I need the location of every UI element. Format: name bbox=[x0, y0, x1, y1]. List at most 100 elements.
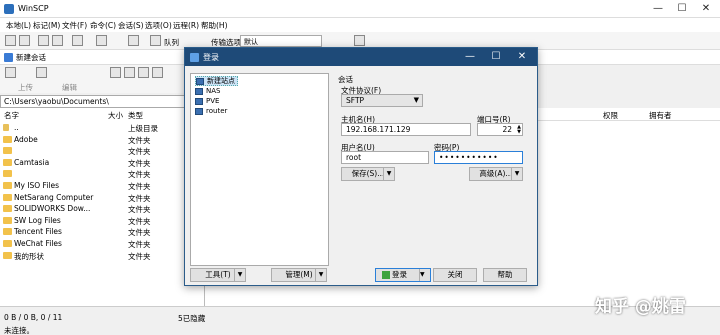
port-value: 22 bbox=[502, 125, 512, 134]
file-row[interactable]: Tencent Files 文件夹 bbox=[0, 226, 200, 238]
folder-icon bbox=[3, 158, 12, 166]
col-type[interactable]: 类型 bbox=[128, 110, 143, 121]
chevron-down-icon[interactable]: ▼ bbox=[234, 269, 245, 281]
col-owner[interactable]: 拥有者 bbox=[649, 110, 672, 121]
password-input[interactable]: ••••••••••• bbox=[434, 151, 523, 164]
window-titlebar: WinSCP — ☐ ✕ bbox=[0, 0, 720, 18]
save-button[interactable]: 保存(S)... ▼ bbox=[341, 167, 395, 181]
file-row[interactable]: My ISO Files 文件夹 bbox=[0, 180, 200, 192]
folder-icon bbox=[3, 240, 12, 247]
menu-options[interactable]: 选项(O) bbox=[145, 20, 172, 31]
menu-mark[interactable]: 标记(M) bbox=[33, 20, 60, 31]
home-icon[interactable] bbox=[138, 67, 149, 78]
login-icon bbox=[382, 271, 390, 279]
monitor-icon bbox=[196, 77, 204, 85]
drive-icon[interactable] bbox=[5, 67, 16, 78]
file-row[interactable]: WeChat Files 文件夹 bbox=[0, 238, 200, 250]
dialog-minimize-icon[interactable]: — bbox=[464, 51, 476, 62]
menu-file[interactable]: 文件(F) bbox=[62, 20, 87, 31]
chevron-down-icon[interactable]: ▼ bbox=[511, 168, 522, 180]
login-button[interactable]: 登录 ▼ bbox=[375, 268, 431, 282]
local-file-panel: 名字 大小 类型 .. 上级目录 Adobe 文件夹 文件夹 Camtasia 文件夹 文件夹… bbox=[0, 108, 205, 306]
chevron-down-icon[interactable]: ▼ bbox=[315, 269, 326, 281]
file-row[interactable]: SOLIDWORKS Dow... 文件夹 bbox=[0, 203, 200, 215]
find-icon[interactable] bbox=[52, 35, 63, 46]
status-size: 0 B / 0 B, 0 / 11 bbox=[4, 313, 63, 322]
port-input[interactable]: 22 ▲ ▼ bbox=[477, 123, 523, 136]
file-row[interactable]: 文件夹 bbox=[0, 168, 200, 180]
open-folder-icon[interactable] bbox=[110, 67, 121, 78]
parent-folder-icon bbox=[3, 124, 9, 131]
file-row[interactable]: NetSarang Computer 文件夹 bbox=[0, 192, 200, 204]
refresh-icon[interactable] bbox=[152, 67, 163, 78]
menu-help[interactable]: 帮助(H) bbox=[201, 20, 228, 31]
terminal-icon[interactable] bbox=[72, 35, 83, 46]
file-name: My ISO Files bbox=[14, 181, 60, 190]
protocol-select[interactable]: SFTP ▼ bbox=[341, 94, 423, 107]
file-type: 文件夹 bbox=[128, 158, 151, 168]
file-row[interactable]: SW Log Files 文件夹 bbox=[0, 215, 200, 227]
winscp-app-icon bbox=[4, 4, 14, 14]
file-type: 文件夹 bbox=[128, 240, 151, 249]
manage-button-label: 管理(M) bbox=[285, 270, 313, 279]
site-router[interactable]: router bbox=[195, 106, 227, 116]
new-session-icon bbox=[4, 53, 13, 62]
settings-icon[interactable] bbox=[128, 35, 139, 46]
col-size[interactable]: 大小 bbox=[108, 110, 123, 121]
close-icon[interactable]: ✕ bbox=[700, 3, 712, 15]
host-input[interactable]: 192.168.171.129 bbox=[341, 123, 471, 136]
local-path[interactable]: C:\Users\yaobu\Documents\ bbox=[0, 95, 205, 108]
file-row[interactable]: 我的形状 文件夹 bbox=[0, 250, 200, 262]
close-button[interactable]: 关闭 bbox=[433, 268, 477, 282]
advanced-button-label: 高级(A)... bbox=[479, 169, 513, 178]
queue-button[interactable]: 队列 bbox=[164, 37, 179, 48]
menu-remote[interactable]: 远程(R) bbox=[173, 20, 199, 31]
upload-button[interactable]: 上传 bbox=[18, 82, 33, 93]
maximize-icon[interactable]: ☐ bbox=[676, 3, 688, 15]
monitor-icon bbox=[195, 87, 203, 95]
sync-icon[interactable] bbox=[5, 35, 16, 46]
tab-new-session[interactable]: 新建会话 bbox=[4, 52, 46, 63]
file-name: SW Log Files bbox=[14, 215, 61, 225]
parent-dir-icon[interactable] bbox=[124, 67, 135, 78]
chevron-down-icon[interactable]: ▼ bbox=[419, 269, 430, 281]
file-row[interactable]: .. 上级目录 bbox=[0, 122, 200, 134]
preferences-icon[interactable] bbox=[38, 35, 49, 46]
filter-icon[interactable] bbox=[36, 67, 47, 78]
dialog-maximize-icon[interactable]: ☐ bbox=[490, 51, 502, 62]
dialog-close-icon[interactable]: ✕ bbox=[516, 51, 528, 62]
tools-button-label: 工具(T) bbox=[205, 270, 231, 279]
queue-icon[interactable] bbox=[150, 35, 161, 46]
manage-button[interactable]: 管理(M) ▼ bbox=[271, 268, 327, 282]
file-row[interactable]: Adobe 文件夹 bbox=[0, 134, 200, 146]
help-button[interactable]: 帮助 bbox=[483, 268, 527, 282]
menu-command[interactable]: 命令(C) bbox=[90, 20, 116, 31]
file-type: 文件夹 bbox=[128, 228, 151, 238]
menu-bar: 本地(L) 标记(M) 文件(F) 命令(C) 会话(S) 选项(O) 远程(R… bbox=[0, 18, 720, 32]
menu-session[interactable]: 会话(S) bbox=[118, 20, 144, 31]
putty-icon[interactable] bbox=[96, 35, 107, 46]
site-list: 新建站点 NAS PVE router bbox=[190, 73, 329, 266]
file-type: 文件夹 bbox=[128, 170, 151, 180]
compare-icon[interactable] bbox=[19, 35, 30, 46]
menu-local[interactable]: 本地(L) bbox=[6, 20, 31, 31]
protocol-value: SFTP bbox=[346, 96, 365, 105]
file-row[interactable]: 文件夹 bbox=[0, 145, 200, 157]
spinner-icon[interactable]: ▲ ▼ bbox=[517, 125, 521, 135]
monitor-icon bbox=[195, 107, 203, 115]
col-rights[interactable]: 权限 bbox=[603, 110, 618, 121]
minimize-icon[interactable]: — bbox=[652, 3, 664, 15]
site-nas[interactable]: NAS bbox=[195, 86, 220, 96]
file-type: 上级目录 bbox=[128, 124, 158, 133]
session-options-icon[interactable] bbox=[354, 35, 365, 46]
site-pve[interactable]: PVE bbox=[195, 96, 219, 106]
col-name[interactable]: 名字 bbox=[4, 110, 19, 121]
edit-button[interactable]: 编辑 bbox=[62, 82, 77, 93]
site-new[interactable]: 新建站点 bbox=[195, 76, 238, 86]
tools-button[interactable]: 工具(T) ▼ bbox=[190, 268, 246, 282]
chevron-down-icon[interactable]: ▼ bbox=[383, 168, 394, 180]
file-row[interactable]: Camtasia 文件夹 bbox=[0, 157, 200, 169]
username-input[interactable]: root bbox=[341, 151, 429, 164]
transfer-options-select[interactable]: 默认 bbox=[240, 35, 322, 47]
advanced-button[interactable]: 高级(A)... ▼ bbox=[469, 167, 523, 181]
